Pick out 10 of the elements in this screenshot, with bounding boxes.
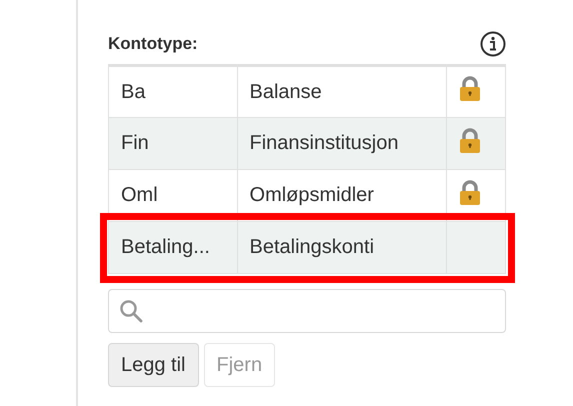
add-button[interactable]: Legg til <box>108 343 198 387</box>
lock-icon <box>459 180 482 206</box>
table-cell: Betalingskonti <box>237 222 447 274</box>
field-label: Kontotype: <box>108 34 198 54</box>
table-cell: Betaling... <box>108 222 238 274</box>
search-icon <box>119 299 143 323</box>
search-field[interactable] <box>108 289 506 333</box>
lock-icon <box>459 76 482 102</box>
info-icon[interactable] <box>480 31 506 57</box>
lock-icon <box>459 128 482 154</box>
